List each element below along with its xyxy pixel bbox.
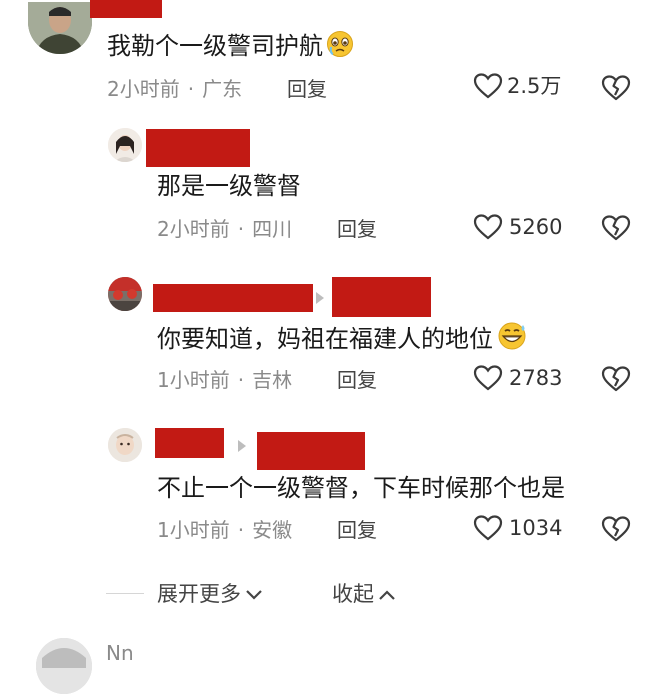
avatar[interactable] (28, 2, 92, 54)
like-button[interactable]: 5260 (473, 213, 562, 241)
username-redaction (153, 284, 313, 312)
comment-text: 我勒个一级警司护航 (107, 30, 355, 66)
comment-text: 不止一个一级警督，下车时候那个也是 (157, 474, 565, 502)
chevron-up-icon (378, 580, 396, 608)
reply-button[interactable]: 回复 (287, 76, 327, 102)
expand-more-label: 展开更多 (157, 582, 241, 606)
dislike-button[interactable] (601, 365, 631, 397)
avatar[interactable] (108, 277, 142, 311)
like-count: 2.5万 (507, 74, 562, 98)
comment-meta: 2小时前 · 广东 (107, 76, 242, 102)
like-button[interactable]: 2.5万 (473, 72, 561, 100)
username-redaction (155, 428, 224, 458)
collapse-button[interactable]: 收起 (332, 580, 396, 608)
like-button[interactable]: 2783 (473, 364, 562, 392)
comment-location: 安徽 (252, 518, 293, 542)
comment-location: 吉林 (252, 368, 293, 392)
comment-meta: 1小时前 · 吉林 (157, 367, 292, 393)
broken-heart-icon (601, 516, 631, 547)
meta-separator: · (187, 77, 195, 101)
avatar[interactable] (36, 638, 92, 694)
chevron-down-icon (245, 580, 263, 608)
grinning-sweat-emoji-icon (495, 321, 529, 359)
broken-heart-icon (601, 75, 631, 106)
collapse-label: 收起 (332, 582, 374, 606)
reply-arrow-icon (316, 292, 324, 304)
like-count: 2783 (509, 366, 563, 390)
thread-divider (106, 593, 144, 594)
broken-heart-icon (601, 366, 631, 397)
username: Nn (106, 641, 134, 665)
comment-text: 你要知道，妈祖在福建人的地位 (157, 321, 529, 359)
reply-arrow-icon (238, 440, 246, 452)
reply-button[interactable]: 回复 (337, 216, 377, 242)
dislike-button[interactable] (601, 515, 631, 547)
avatar[interactable] (108, 128, 142, 162)
avatar[interactable] (108, 428, 142, 462)
heart-icon (473, 213, 503, 241)
comment-text: 那是一级警督 (157, 172, 301, 200)
comment-time: 2小时前 (157, 217, 230, 241)
dislike-button[interactable] (601, 74, 631, 106)
username-redaction (257, 432, 365, 470)
meta-separator: · (237, 217, 245, 241)
username-redaction (332, 277, 431, 317)
username-redaction (146, 129, 250, 167)
heart-icon (473, 514, 503, 542)
like-count: 1034 (509, 516, 563, 540)
username-redaction (90, 0, 162, 18)
like-button[interactable]: 1034 (473, 514, 562, 542)
broken-heart-icon (601, 215, 631, 246)
comment-time: 1小时前 (157, 518, 230, 542)
comment-location: 广东 (202, 77, 243, 101)
comment-location: 四川 (252, 217, 293, 241)
reply-button[interactable]: 回复 (337, 367, 377, 393)
comment-meta: 1小时前 · 安徽 (157, 517, 292, 543)
meta-separator: · (237, 518, 245, 542)
heart-icon (473, 364, 503, 392)
like-count: 5260 (509, 215, 563, 239)
dislike-button[interactable] (601, 214, 631, 246)
heart-icon (473, 72, 503, 100)
meta-separator: · (237, 368, 245, 392)
reply-button[interactable]: 回复 (337, 517, 377, 543)
comment-time: 2小时前 (107, 77, 180, 101)
comment-meta: 2小时前 · 四川 (157, 216, 292, 242)
crying-emoji-icon (325, 30, 355, 66)
expand-more-button[interactable]: 展开更多 (157, 580, 263, 608)
comment-time: 1小时前 (157, 368, 230, 392)
